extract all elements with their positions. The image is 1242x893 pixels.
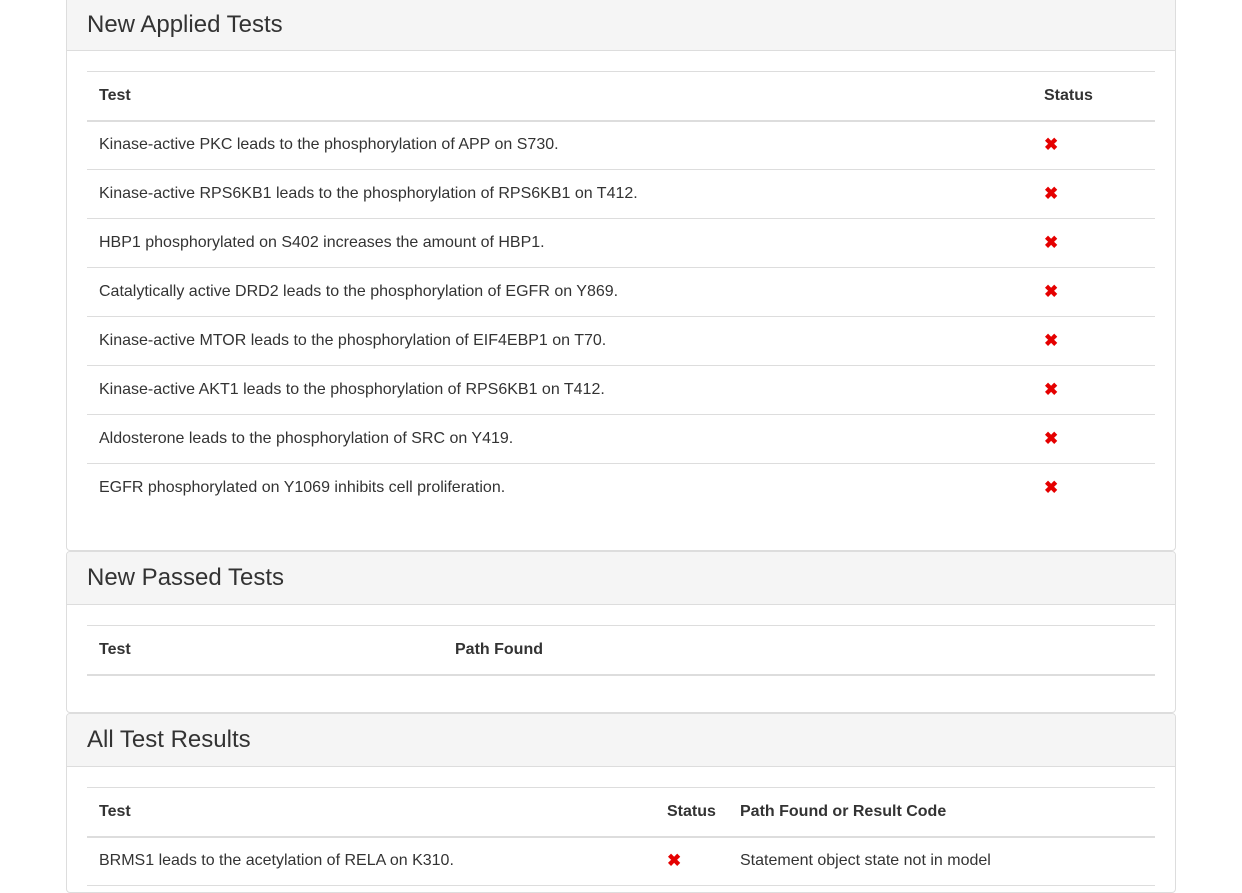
panel-heading: New Passed Tests (67, 552, 1175, 605)
all-test-results-panel: All Test Results Test Status Path Found … (66, 713, 1176, 893)
all-test-results-table: Test Status Path Found or Result Code BR… (87, 787, 1155, 886)
table-header-row: Test Path Found (87, 625, 1155, 676)
panel-body: Test Status Path Found or Result Code BR… (67, 767, 1175, 886)
panel-heading: All Test Results (67, 714, 1175, 767)
applied-tests-table: Test Status Kinase-active PKC leads to t… (87, 71, 1155, 513)
fail-x-icon: ✖ (1044, 134, 1059, 154)
new-applied-tests-panel: New Applied Tests Test Status Kinase-act… (66, 0, 1176, 551)
table-row: BRMS1 leads to the acetylation of RELA o… (87, 836, 1155, 886)
page-container: New Applied Tests Test Status Kinase-act… (66, 0, 1176, 893)
fail-x-icon: ✖ (1044, 330, 1059, 350)
test-cell: HBP1 phosphorylated on S402 increases th… (87, 218, 1032, 268)
panel-body: Test Status Kinase-active PKC leads to t… (67, 51, 1175, 513)
status-cell: ✖ (1032, 365, 1155, 415)
table-row: Aldosterone leads to the phosphorylation… (87, 414, 1155, 464)
new-passed-tests-panel: New Passed Tests Test Path Found (66, 551, 1176, 713)
table-row: Kinase-active PKC leads to the phosphory… (87, 120, 1155, 170)
fail-x-icon: ✖ (1044, 281, 1059, 301)
panel-title: New Passed Tests (87, 564, 284, 591)
test-cell: Kinase-active MTOR leads to the phosphor… (87, 316, 1032, 366)
table-header-row: Test Status (87, 71, 1155, 122)
column-header-status: Status (655, 787, 728, 838)
status-cell: ✖ (1032, 218, 1155, 268)
column-header-path-found: Path Found (443, 625, 1155, 676)
panel-title: All Test Results (87, 726, 251, 753)
column-header-test: Test (87, 787, 655, 838)
fail-x-icon: ✖ (667, 850, 682, 870)
test-cell: Aldosterone leads to the phosphorylation… (87, 414, 1032, 464)
table-row: Catalytically active DRD2 leads to the p… (87, 267, 1155, 317)
panel-body: Test Path Found (67, 605, 1175, 676)
test-cell: Catalytically active DRD2 leads to the p… (87, 267, 1032, 317)
fail-x-icon: ✖ (1044, 379, 1059, 399)
test-cell: Kinase-active PKC leads to the phosphory… (87, 120, 1032, 170)
table-row: Kinase-active RPS6KB1 leads to the phosp… (87, 169, 1155, 219)
test-cell: BRMS1 leads to the acetylation of RELA o… (87, 836, 655, 886)
test-cell: Kinase-active RPS6KB1 leads to the phosp… (87, 169, 1032, 219)
status-cell: ✖ (1032, 316, 1155, 366)
panel-title: New Applied Tests (87, 11, 283, 38)
test-cell: EGFR phosphorylated on Y1069 inhibits ce… (99, 479, 506, 497)
table-header-row: Test Status Path Found or Result Code (87, 787, 1155, 838)
fail-x-icon: ✖ (1044, 232, 1059, 252)
passed-tests-table: Test Path Found (87, 625, 1155, 676)
panel-heading: New Applied Tests (67, 0, 1175, 51)
result-code-cell: Statement object state not in model (728, 836, 1155, 886)
column-header-test: Test (87, 71, 1032, 122)
status-cell: ✖ (1032, 120, 1155, 170)
fail-x-icon: ✖ (1044, 183, 1059, 203)
table-row: EGFR phosphorylated on Y1069 inhibits ce… (87, 464, 1155, 513)
fail-x-icon: ✖ (1044, 477, 1059, 497)
status-cell: ✖ (655, 836, 728, 886)
table-row: HBP1 phosphorylated on S402 increases th… (87, 218, 1155, 268)
test-cell: Kinase-active AKT1 leads to the phosphor… (87, 365, 1032, 415)
column-header-path-found-or-result-code: Path Found or Result Code (728, 787, 1155, 838)
table-row: Kinase-active AKT1 leads to the phosphor… (87, 365, 1155, 415)
column-header-status: Status (1032, 71, 1155, 122)
table-row: Kinase-active MTOR leads to the phosphor… (87, 316, 1155, 366)
status-cell: ✖ (1032, 267, 1155, 317)
status-cell: ✖ (1032, 169, 1155, 219)
column-header-test: Test (87, 625, 443, 676)
status-cell: ✖ (1032, 414, 1155, 464)
status-cell: ✖ (1032, 464, 1155, 513)
fail-x-icon: ✖ (1044, 428, 1059, 448)
